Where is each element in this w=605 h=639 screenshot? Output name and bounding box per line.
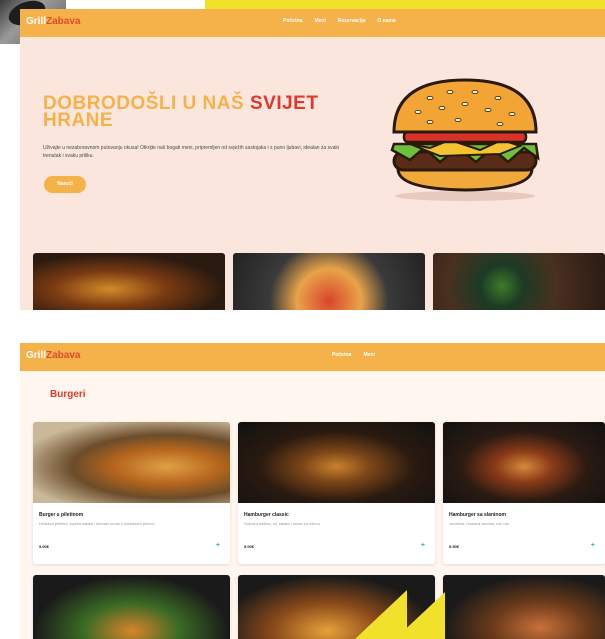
burgers-photo[interactable]: [33, 253, 225, 310]
pizza-photo[interactable]: [233, 253, 425, 310]
add-to-cart-button[interactable]: +: [216, 542, 220, 549]
menu-card[interactable]: Burger s piletinom Hrskava piletina, svj…: [33, 422, 230, 564]
hero-description: Uživajte u nezaboravnom putovanju okusa!…: [43, 145, 339, 159]
hero-title: DOBRODOŠLI U NAŠ SVIJET HRANE: [43, 93, 319, 131]
card-description: Hrskava piletina, svježa salata i domaći…: [39, 521, 156, 526]
card-image: [33, 422, 230, 503]
brand-logo[interactable]: GrillZabava: [26, 16, 80, 27]
nav-item-home-2[interactable]: Početna: [332, 352, 351, 358]
grill-photo[interactable]: [433, 253, 605, 310]
add-to-cart-button[interactable]: +: [591, 542, 595, 549]
order-button[interactable]: Naruči: [44, 176, 86, 193]
burger-illustration: [390, 78, 540, 201]
brand-logo-menu[interactable]: GrillZabava: [26, 350, 80, 361]
nav-item-about[interactable]: O nama: [377, 18, 395, 24]
card-name: Hamburger classic: [244, 512, 289, 518]
section-title: Burgeri: [50, 389, 86, 400]
decorative-yellow-shape: [355, 590, 445, 639]
card-name: Hamburger sa slaninom: [449, 512, 506, 518]
nav-item-home[interactable]: Početna: [283, 18, 302, 24]
homepage-screenshot: GrillZabava Početna Meni Rezervacija O n…: [20, 9, 605, 310]
card-description: Sočna junetina, sir, salata i umak po iz…: [244, 521, 322, 526]
nav-menu-2: Početna Meni: [332, 352, 375, 358]
card-price: 5.00€: [244, 544, 255, 549]
card-price: 5.50€: [449, 544, 460, 549]
menu-screenshot: GrillZabava Početna Meni Burgeri Burger …: [20, 343, 605, 639]
nav-item-menu-2[interactable]: Meni: [363, 352, 374, 358]
card-description: Junetina, hrskava slanina, luk i sir.: [449, 521, 510, 526]
card-image: [238, 422, 435, 503]
add-to-cart-button[interactable]: +: [421, 542, 425, 549]
nav-item-menu[interactable]: Meni: [314, 18, 325, 24]
menu-card[interactable]: [443, 575, 605, 639]
card-image: [443, 422, 605, 503]
nav-menu: Početna Meni Rezervacija O nama: [283, 18, 396, 24]
top-navbar-menu: GrillZabava Početna Meni: [20, 343, 605, 371]
menu-card[interactable]: Hamburger classic Sočna junetina, sir, s…: [238, 422, 435, 564]
top-navbar: GrillZabava Početna Meni Rezervacija O n…: [20, 9, 605, 37]
menu-card[interactable]: [33, 575, 230, 639]
card-name: Burger s piletinom: [39, 512, 84, 518]
menu-card[interactable]: Hamburger sa slaninom Junetina, hrskava …: [443, 422, 605, 564]
card-price: 5.00€: [39, 544, 50, 549]
nav-item-reservation[interactable]: Rezervacija: [338, 18, 366, 24]
